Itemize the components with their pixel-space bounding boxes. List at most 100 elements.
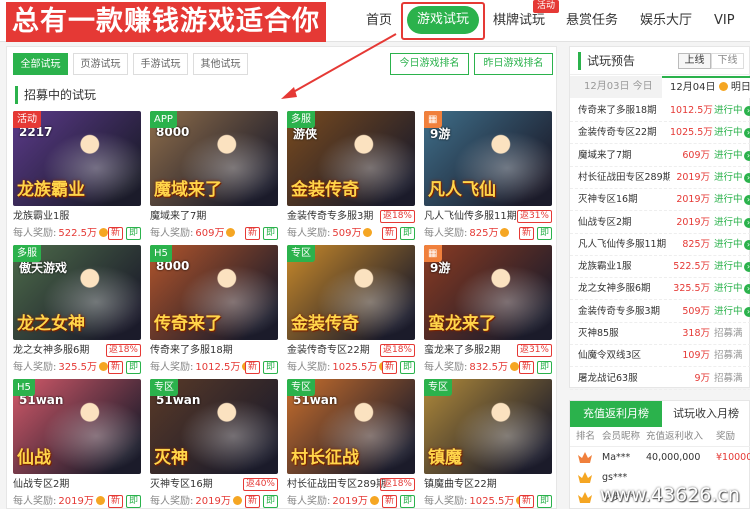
preview-row[interactable]: 金装传奇专多服3期 509万 进行中 › xyxy=(570,300,750,323)
game-name[interactable]: 传奇来了多服18期 xyxy=(150,344,278,358)
reward-label: 每人奖励: xyxy=(287,362,331,373)
preview-status: 进行中 › xyxy=(714,144,750,167)
game-card[interactable]: 8000 传奇来了 H5 传奇来了多服18期 每人奖励: 1012.5万 新 即 xyxy=(150,245,278,378)
arrow-icon: › xyxy=(743,150,750,161)
right-sidebar: 试玩预告 上线 下线 12月03日 今日 12月04日 明日 传奇来了多服18期… xyxy=(569,46,750,509)
preview-amount: 325.5万 xyxy=(673,283,710,295)
instant-badge: 即 xyxy=(125,227,141,240)
date-tab-today[interactable]: 12月03日 今日 xyxy=(584,76,653,98)
game-title-art: 龙族霸业 xyxy=(17,180,85,200)
tab-all-trials[interactable]: 全部试玩 xyxy=(13,53,68,75)
yesterday-rank-button[interactable]: 昨日游戏排名 xyxy=(474,53,553,75)
game-card[interactable]: 游侠 金装传奇 多服 金装传奇专多服3期 返18% 每人奖励: 509万 新 即 xyxy=(287,111,415,244)
preview-row[interactable]: 灭神专区16期 2019万 进行中 › xyxy=(570,188,750,212)
today-rank-button[interactable]: 今日游戏排名 xyxy=(390,53,469,75)
game-name[interactable]: 镇魔曲专区22期 xyxy=(424,478,552,492)
game-thumbnail[interactable]: 傲天游戏 龙之女神 多服 xyxy=(13,245,141,340)
arrow-icon: › xyxy=(743,172,750,183)
reward-value: 325.5万 xyxy=(58,362,98,373)
preview-row[interactable]: 屠龙战记63服 9万 招募满 xyxy=(570,367,750,390)
game-card[interactable]: 9游 凡人飞仙 ▦ 凡人飞仙传多服11期 返31% 每人奖励: 825万 新 即 xyxy=(424,111,552,244)
preview-amount: 1012.5万 xyxy=(670,105,713,116)
game-name[interactable]: 魔域来了7期 xyxy=(150,210,278,224)
game-card[interactable]: 51wan 村长征战 专区 村长征战田专区289期 返18% 每人奖励: 2019… xyxy=(287,379,415,509)
preview-amount: 1025.5万 xyxy=(670,127,713,139)
game-thumbnail[interactable]: 2217 龙族霸业 活动 xyxy=(13,111,141,206)
preview-amount: 9万 xyxy=(694,372,710,384)
preview-game: 屠龙战记63服 xyxy=(578,372,638,384)
game-tag: 活动 xyxy=(13,111,41,128)
reward-value: 1025.5万 xyxy=(469,496,515,507)
game-thumbnail[interactable]: 51wan 灭神 专区 xyxy=(150,379,278,474)
reward-value: 2019万 xyxy=(58,496,94,507)
game-card[interactable]: 傲天游戏 龙之女神 多服 龙之女神多服6期 返18% 每人奖励: 325.5万 新… xyxy=(13,245,141,378)
tab-web-trials[interactable]: 页游试玩 xyxy=(73,53,128,75)
game-card[interactable]: 51wan 仙战 H5 仙战专区2期 每人奖励: 2019万 新 即 xyxy=(13,379,141,509)
game-tag: 专区 xyxy=(287,245,315,262)
game-title-art: 魔域来了 xyxy=(154,180,222,200)
preview-row[interactable]: 灭神85服 318万 招募满 xyxy=(570,322,750,345)
preview-amount: 2019万 xyxy=(676,171,710,183)
game-card[interactable]: 金装传奇 专区 金装传奇专区22期 返18% 每人奖励: 1025.5万 新 即 xyxy=(287,245,415,378)
preview-game: 魔域来了7期 xyxy=(578,149,632,161)
tab-other-trials[interactable]: 其他试玩 xyxy=(193,53,248,75)
game-thumbnail[interactable]: 镇魔 专区 xyxy=(424,379,552,474)
nav-entertainment-hall[interactable]: 娱乐大厅 xyxy=(640,0,692,42)
game-thumbnail[interactable]: 8000 传奇来了 H5 xyxy=(150,245,278,340)
instant-badge: 即 xyxy=(536,361,552,374)
reward-label: 每人奖励: xyxy=(424,362,468,373)
preview-status-text: 进行中 xyxy=(714,149,743,161)
preview-row[interactable]: 传奇来了多服18期 1012.5万 进行中 › xyxy=(570,99,750,122)
nav-home[interactable]: 首页 xyxy=(366,0,392,42)
game-card[interactable]: 2217 龙族霸业 活动 龙族霸业1服 每人奖励: 522.5万 新 即 xyxy=(13,111,141,244)
header-nickname: 会员昵称 xyxy=(602,431,641,442)
game-card[interactable]: 镇魔 专区 镇魔曲专区22期 每人奖励: 1025.5万 新 即 xyxy=(424,379,552,509)
game-thumbnail[interactable]: 游侠 金装传奇 多服 xyxy=(287,111,415,206)
game-thumbnail[interactable]: 9游 凡人飞仙 ▦ xyxy=(424,111,552,206)
instant-badge: 即 xyxy=(125,361,141,374)
arrow-icon: › xyxy=(743,306,750,317)
tab-recharge-rebate[interactable]: 充值返利月榜 xyxy=(570,401,662,427)
reward-label: 每人奖励: xyxy=(150,228,194,239)
game-name[interactable]: 龙族霸业1服 xyxy=(13,210,141,224)
preview-row[interactable]: 魔域来了7期 609万 进行中 › xyxy=(570,144,750,167)
header-reward: 奖励 xyxy=(716,431,736,442)
date-label: 12月04日 xyxy=(670,82,716,93)
nav-reward-tasks[interactable]: 悬赏任务 xyxy=(566,0,618,42)
new-badge: 新 xyxy=(107,227,123,240)
game-thumbnail[interactable]: 8000 魔域来了 APP xyxy=(150,111,278,206)
preview-row[interactable]: 凡人飞仙传多服11期 825万 进行中 › xyxy=(570,233,750,256)
coin-icon xyxy=(226,228,236,237)
preview-row[interactable]: 村长征战田专区289期 2019万 进行中 › xyxy=(570,166,750,189)
offline-toggle[interactable]: 下线 xyxy=(711,53,744,69)
preview-status-text: 招募满 xyxy=(714,350,743,362)
preview-status-text: 招募满 xyxy=(714,372,743,384)
reward-value: 2019万 xyxy=(195,496,231,507)
nav-vip[interactable]: VIP xyxy=(714,0,735,42)
preview-row[interactable]: 龙之女神多服6期 325.5万 进行中 › xyxy=(570,277,750,301)
preview-row[interactable]: 龙族霸业1服 522.5万 进行中 › xyxy=(570,255,750,279)
preview-status-text: 进行中 xyxy=(714,216,743,228)
preview-row[interactable]: 仙战专区2期 2019万 进行中 › xyxy=(570,211,750,234)
game-card[interactable]: 8000 魔域来了 APP 魔域来了7期 每人奖励: 609万 新 即 xyxy=(150,111,278,244)
tab-mobile-trials[interactable]: 手游试玩 xyxy=(133,53,188,75)
game-card[interactable]: 51wan 灭神 专区 灭神专区16期 返40% 每人奖励: 2019万 新 即 xyxy=(150,379,278,509)
preview-row[interactable]: 仙魔令双线3区 109万 招募满 xyxy=(570,344,750,368)
new-badge: 新 xyxy=(518,495,534,508)
preview-row[interactable]: 金装传奇专区22期 1025.5万 进行中 › xyxy=(570,121,750,145)
game-thumbnail[interactable]: 金装传奇 专区 xyxy=(287,245,415,340)
game-card[interactable]: 9游 蛮龙来了 ▦ 蛮龙来了多服2期 返31% 每人奖励: 832.5万 新 即 xyxy=(424,245,552,378)
game-name[interactable]: 仙战专区2期 xyxy=(13,478,141,492)
game-thumbnail[interactable]: 51wan 村长征战 专区 xyxy=(287,379,415,474)
game-thumbnail[interactable]: 9游 蛮龙来了 ▦ xyxy=(424,245,552,340)
tab-trial-income[interactable]: 试玩收入月榜 xyxy=(662,401,750,427)
date-tab-tomorrow[interactable]: 12月04日 明日 xyxy=(662,76,750,98)
game-thumbnail[interactable]: 51wan 仙战 H5 xyxy=(13,379,141,474)
preview-game: 龙之女神多服6期 xyxy=(578,283,651,295)
online-toggle[interactable]: 上线 xyxy=(678,53,711,69)
reward-value: 509万 xyxy=(332,228,362,239)
preview-amount: 509万 xyxy=(682,305,710,317)
preview-game: 金装传奇专多服3期 xyxy=(578,305,661,317)
coin-icon xyxy=(510,362,520,371)
activity-badge: 活动 xyxy=(533,0,560,13)
